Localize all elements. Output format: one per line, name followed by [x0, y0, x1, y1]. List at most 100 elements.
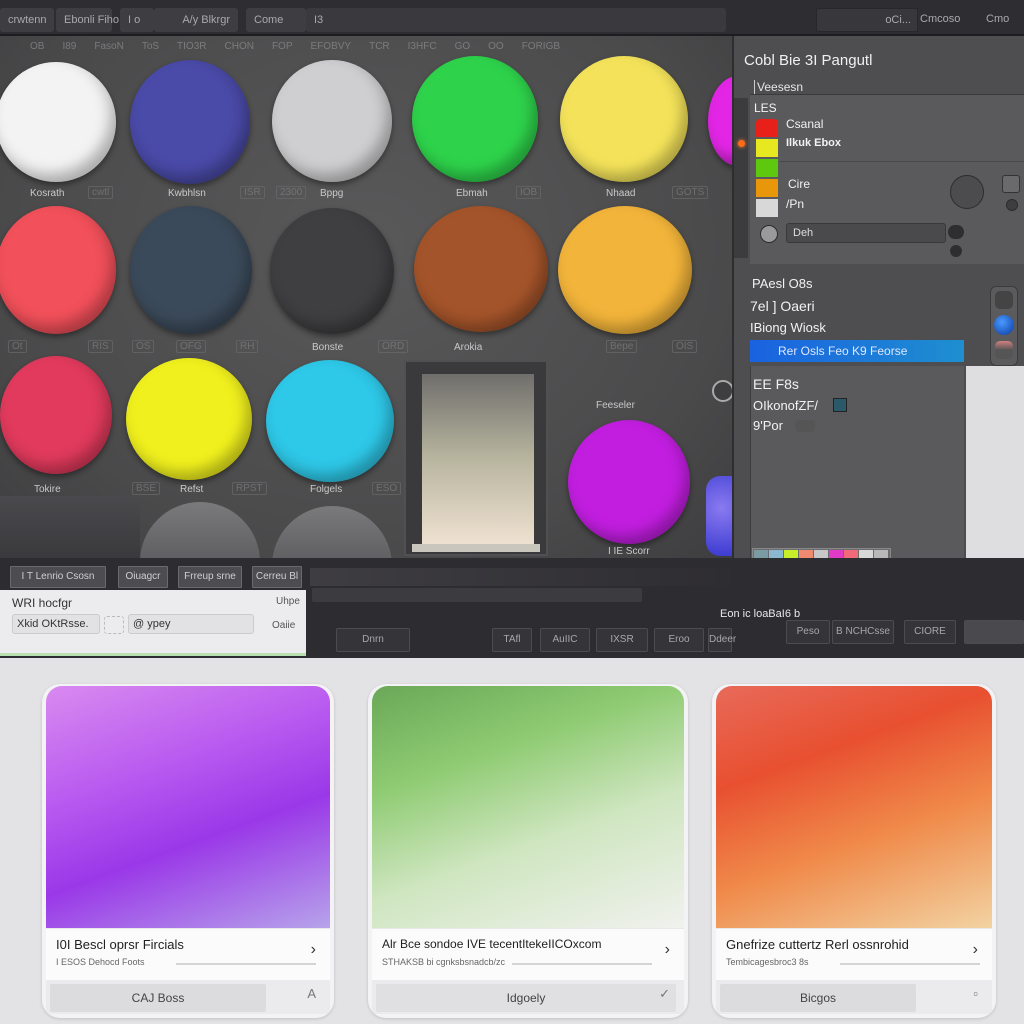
- swatch-tag: Ot: [8, 340, 27, 353]
- link-icon[interactable]: [104, 616, 124, 634]
- gradient-cards-area: I0I Bescl oprsr Fircials I ESOS Dehocd F…: [0, 658, 1024, 1024]
- swatch-label: I IE Scorr: [608, 546, 650, 557]
- grid-header-label: TIO3R: [177, 41, 207, 52]
- section-label: LES: [754, 101, 777, 115]
- swatch-tag: ISR: [240, 186, 265, 199]
- toolbar-button[interactable]: B NCHCsse: [832, 620, 894, 644]
- gradient-card[interactable]: I0I Bescl oprsr Fircials I ESOS Dehocd F…: [42, 684, 334, 1018]
- color-strip-red[interactable]: [756, 119, 778, 137]
- swatch-light-gray[interactable]: [272, 60, 392, 182]
- small-round-button[interactable]: [950, 245, 962, 257]
- card-title: Gnefrize cuttertz Rerl ossnrohid: [726, 937, 909, 952]
- detail-label: EE F8s: [753, 376, 799, 392]
- list-item[interactable]: 7el ] Oaeri: [750, 298, 815, 314]
- toolbar-button[interactable]: TAfl: [492, 628, 532, 652]
- color-strip-orange[interactable]: [756, 179, 778, 197]
- color-item-label[interactable]: Csanal: [786, 117, 823, 131]
- toolbar-button[interactable]: Ddeer: [708, 628, 736, 652]
- name-input[interactable]: Xkid OKtRsse.: [12, 614, 100, 634]
- swatch-amber[interactable]: [558, 206, 692, 334]
- swatch-brown[interactable]: [414, 206, 548, 332]
- swatch-green[interactable]: [412, 56, 538, 182]
- tab-0[interactable]: crwtenn: [0, 8, 54, 32]
- swatch-blue-partial[interactable]: [706, 476, 732, 556]
- chevron-right-icon[interactable]: ›: [973, 941, 978, 959]
- tab-1[interactable]: Ebonli Fiho: [56, 8, 119, 32]
- color-preview-gradient: [422, 374, 534, 544]
- topbar-field[interactable]: oCi...: [816, 8, 918, 32]
- topbar-item-1[interactable]: Cmcoso: [920, 8, 980, 32]
- search-input[interactable]: Deh: [786, 223, 946, 243]
- card-footer: CAJ Boss A: [46, 980, 330, 1014]
- grid-header-label: OB: [30, 41, 45, 52]
- tab-2[interactable]: I o: [120, 8, 154, 32]
- toggle-button[interactable]: [948, 225, 964, 239]
- color-strip-green[interactable]: [756, 159, 778, 177]
- type-input[interactable]: @ ypey: [128, 614, 254, 634]
- settings-icon[interactable]: ▫: [973, 986, 978, 1001]
- color-strip-gray[interactable]: [756, 199, 778, 217]
- color-item-label[interactable]: Cire: [788, 177, 810, 191]
- card-action-button[interactable]: CAJ Boss: [50, 984, 266, 1012]
- swatch-crimson[interactable]: [0, 356, 112, 474]
- swatch-magenta[interactable]: [708, 76, 732, 166]
- scroll-knob[interactable]: [712, 380, 732, 402]
- small-round-button[interactable]: [1006, 199, 1018, 211]
- tab-3[interactable]: A/y Blkrgr: [154, 8, 238, 32]
- swatch-cyan[interactable]: [266, 360, 394, 482]
- blue-dot-button[interactable]: [994, 315, 1014, 335]
- form-title: WRI hocfgr: [12, 596, 73, 610]
- red-indicator-button[interactable]: [995, 341, 1013, 359]
- card-action-button[interactable]: Bicgos: [720, 984, 916, 1012]
- tab-4[interactable]: Come: [246, 8, 306, 32]
- color-strip-yellow[interactable]: [756, 139, 778, 157]
- color-item-label[interactable]: Ilkuk Ebox: [786, 137, 841, 149]
- toolbar-button[interactable]: Dnrn: [336, 628, 410, 652]
- toolbar-button[interactable]: IXSR: [596, 628, 648, 652]
- chevron-right-icon[interactable]: ›: [665, 941, 670, 959]
- toolbar-button[interactable]: I T Lenrio Csosn: [10, 566, 106, 588]
- swatch-label: Refst: [180, 484, 204, 495]
- selected-list-item[interactable]: Rer Osls Feo K9 Feorse: [750, 340, 964, 362]
- tab-5[interactable]: I3: [306, 8, 726, 32]
- gradient-card[interactable]: Gnefrize cuttertz Rerl ossnrohid Tembica…: [712, 684, 996, 1018]
- list-item[interactable]: PAesl O8s: [752, 276, 812, 291]
- dial-knob[interactable]: [950, 175, 984, 209]
- dropdown-button[interactable]: [964, 620, 1024, 644]
- toolbar-button[interactable]: AuIIC: [540, 628, 590, 652]
- check-icon[interactable]: ✓: [659, 986, 670, 1002]
- card-action-button[interactable]: Idgoely: [376, 984, 676, 1012]
- divider: [780, 161, 1024, 162]
- color-item-label[interactable]: /Pn: [786, 197, 804, 211]
- swatch-coral-red[interactable]: [0, 206, 116, 334]
- swatch-purple[interactable]: [568, 420, 690, 544]
- card-footer: Bicgos ▫: [716, 980, 992, 1014]
- color-chip[interactable]: [833, 398, 847, 412]
- swatch-yellow[interactable]: [560, 56, 688, 182]
- swatch-lemon[interactable]: [126, 358, 252, 480]
- swatch-slate-blue[interactable]: [130, 206, 252, 334]
- grid-header-label: FasoN: [94, 41, 124, 52]
- swatch-indigo[interactable]: [130, 60, 250, 184]
- square-button[interactable]: [1002, 175, 1020, 193]
- toggle[interactable]: [795, 420, 815, 432]
- search-icon[interactable]: [760, 225, 778, 243]
- edit-icon[interactable]: [995, 291, 1013, 309]
- toolbar-button[interactable]: CIORE: [904, 620, 956, 644]
- card-title: Alr Bce sondoe IVE tecentItekeIICOxcom: [382, 937, 602, 951]
- toolbar-button[interactable]: Frreup srne: [178, 566, 242, 588]
- toolbar-button[interactable]: Peso: [786, 620, 830, 644]
- swatch-white[interactable]: [0, 62, 116, 182]
- list-item[interactable]: IBiong Wiosk: [750, 320, 826, 335]
- divider: [840, 963, 980, 965]
- chevron-right-icon[interactable]: ›: [311, 941, 316, 959]
- toolbar-button[interactable]: Oiuagcr: [118, 566, 168, 588]
- card-title: I0I Bescl oprsr Fircials: [56, 937, 184, 952]
- font-icon[interactable]: A: [307, 986, 316, 1001]
- gradient-card[interactable]: Alr Bce sondoe IVE tecentItekeIICOxcom S…: [368, 684, 688, 1018]
- gradient-preview: [716, 686, 992, 934]
- toolbar-button[interactable]: Eroo: [654, 628, 704, 652]
- topbar-item-2[interactable]: Cmo: [986, 8, 1022, 32]
- swatch-charcoal[interactable]: [270, 208, 394, 334]
- toolbar-button[interactable]: Cerreu Bl: [252, 566, 302, 588]
